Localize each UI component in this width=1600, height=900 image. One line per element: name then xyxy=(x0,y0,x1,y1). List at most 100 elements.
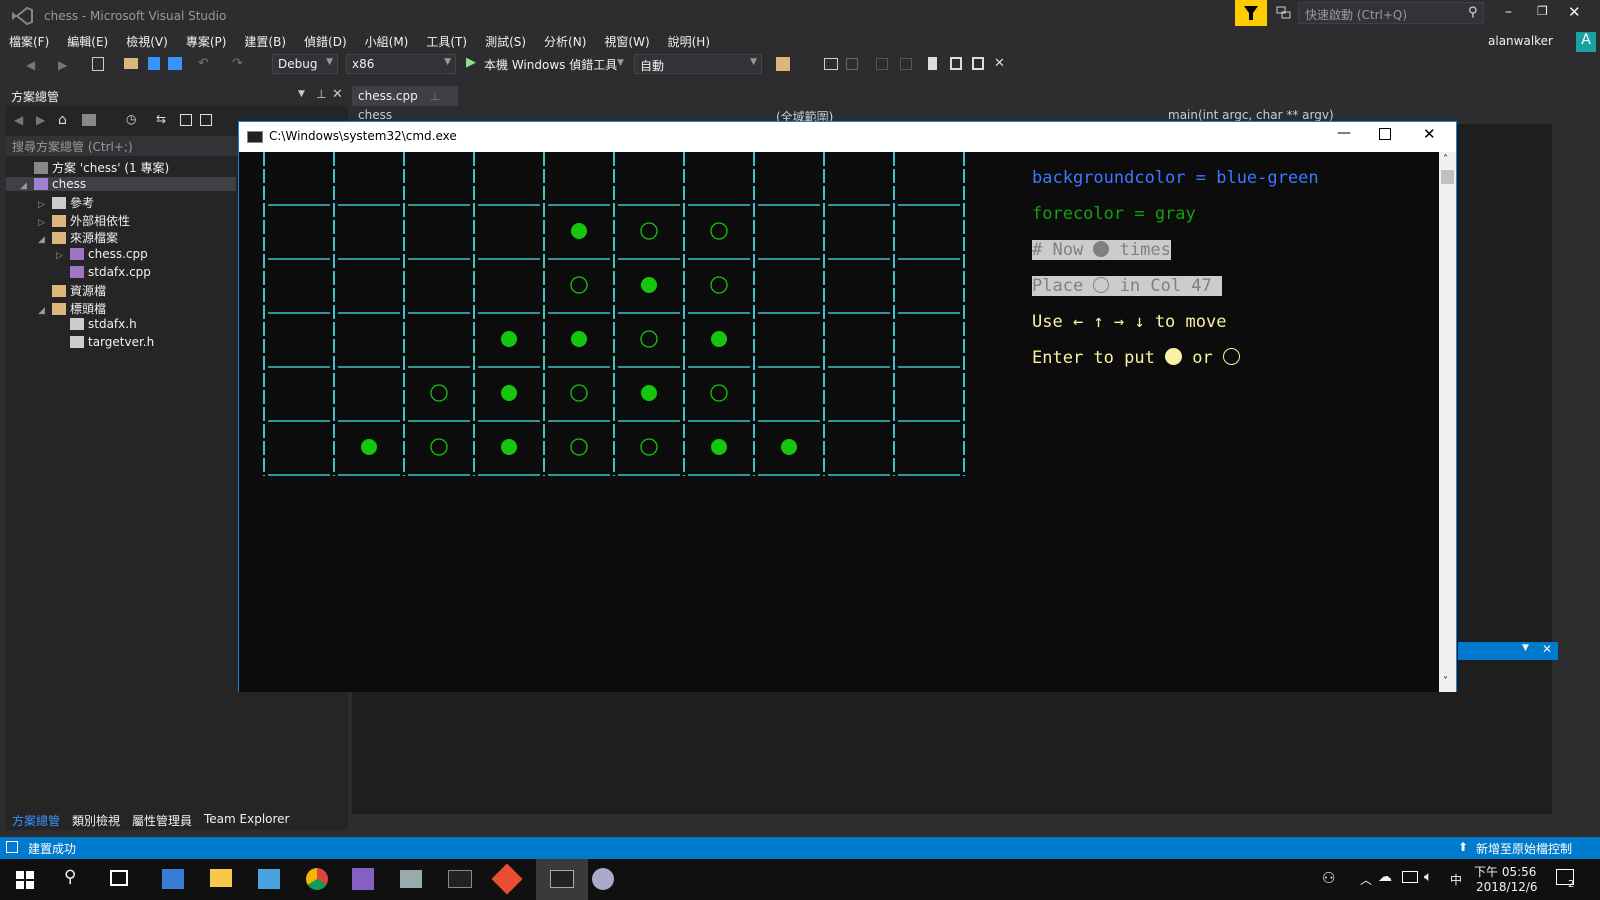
tree-item-3[interactable]: ▷ 外部相依性 xyxy=(38,212,130,229)
config-select[interactable]: Debug ▼ xyxy=(272,54,338,74)
tree-item-5[interactable]: ▷ chess.cpp xyxy=(56,247,148,261)
panel-close-icon[interactable]: ✕ xyxy=(332,87,343,102)
user-avatar[interactable]: A xyxy=(1576,32,1596,52)
cmd-close-button[interactable]: ✕ xyxy=(1423,125,1436,143)
se-back-icon[interactable]: ◀ xyxy=(14,113,23,127)
ime-indicator[interactable]: 中 xyxy=(1450,871,1462,888)
tree-item-4[interactable]: ◢ 來源檔案 xyxy=(38,229,118,246)
cmd-taskbar-icon[interactable] xyxy=(448,870,472,888)
app-pinned-2-icon[interactable] xyxy=(258,869,280,889)
tree-item-8[interactable]: ◢ 標頭檔 xyxy=(38,300,106,317)
clock-date[interactable]: 2018/12/6 xyxy=(1476,880,1538,894)
search-taskbar-icon[interactable]: ⚲ xyxy=(64,867,76,887)
new-project-icon[interactable] xyxy=(92,57,104,71)
menu-tools[interactable]: 工具(T) xyxy=(417,30,476,53)
pin-icon[interactable]: ⊥ xyxy=(316,87,326,101)
notifications-icon[interactable] xyxy=(1276,6,1292,20)
save-all-icon[interactable] xyxy=(168,57,182,70)
cmd-maximize-button[interactable] xyxy=(1379,128,1391,140)
menu-project[interactable]: 專案(P) xyxy=(177,30,236,53)
debug-target-select[interactable]: 自動 ▼ xyxy=(634,54,762,74)
menu-edit[interactable]: 編輯(E) xyxy=(58,30,117,53)
minimize-button[interactable]: – xyxy=(1505,4,1512,20)
nav-project[interactable]: chess xyxy=(358,108,392,122)
menu-help[interactable]: 說明(H) xyxy=(659,30,719,53)
tab-chess-cpp[interactable]: chess.cpp ⊥ ✕ xyxy=(352,86,458,117)
cmd-active-taskbar-slot[interactable] xyxy=(536,859,588,900)
search-icon[interactable]: ⚲ xyxy=(1468,5,1478,20)
menu-debug[interactable]: 偵錯(D) xyxy=(295,30,356,53)
output-dropdown-icon[interactable]: ▼ xyxy=(1522,643,1529,653)
scroll-down-icon[interactable]: ˅ xyxy=(1443,676,1448,687)
expand-toggle-icon[interactable]: ▷ xyxy=(38,218,52,228)
prev-bookmark-icon[interactable] xyxy=(950,57,962,70)
tab-team-explorer[interactable]: Team Explorer xyxy=(204,812,290,826)
tab-class-view[interactable]: 類別檢視 xyxy=(72,812,120,829)
tab-property-manager[interactable]: 屬性管理員 xyxy=(132,812,192,829)
tree-item-6[interactable]: stdafx.cpp xyxy=(56,265,151,279)
expand-toggle-icon[interactable]: ◢ xyxy=(20,181,34,191)
se-forward-icon[interactable]: ▶ xyxy=(36,113,45,127)
app-pinned-3-icon[interactable] xyxy=(400,870,422,888)
switch-views-icon[interactable] xyxy=(82,114,96,126)
output-close-icon[interactable]: ✕ xyxy=(1542,642,1552,656)
platform-select[interactable]: x86 ▼ xyxy=(346,54,456,74)
cmd-window[interactable]: C:\Windows\system32\cmd.exe — ✕ backgrou… xyxy=(238,121,1457,692)
tree-item-7[interactable]: 資源檔 xyxy=(38,282,106,299)
cmd-scrollbar[interactable]: ˄ ˅ xyxy=(1439,152,1456,692)
comment-icon[interactable] xyxy=(876,58,888,70)
task-view-icon[interactable] xyxy=(110,870,128,886)
panel-dropdown-icon[interactable]: ▼ xyxy=(298,89,305,99)
menu-view[interactable]: 檢視(V) xyxy=(117,30,177,53)
start-debug-button[interactable]: 本機 Windows 偵錯工具 xyxy=(484,56,617,73)
tree-item-0[interactable]: 方案 'chess' (1 專案) xyxy=(20,159,169,176)
start-debug-dropdown-icon[interactable]: ▼ xyxy=(617,58,624,68)
pending-changes-icon[interactable]: ◷ xyxy=(126,112,136,126)
expand-toggle-icon[interactable]: ▷ xyxy=(38,200,52,210)
collapse-all-icon[interactable] xyxy=(180,114,192,126)
menu-test[interactable]: 測試(S) xyxy=(476,30,535,53)
step-icon[interactable] xyxy=(824,58,838,70)
app-pinned-1-icon[interactable] xyxy=(162,869,184,889)
expand-toggle-icon[interactable]: ◢ xyxy=(38,235,52,245)
add-to-source-control[interactable]: 新增至原始檔控制 xyxy=(1476,840,1572,857)
clock-time[interactable]: 下午 05:56 xyxy=(1474,863,1536,880)
tree-item-9[interactable]: stdafx.h xyxy=(56,317,137,331)
visual-studio-taskbar-icon[interactable] xyxy=(352,868,374,890)
restore-button[interactable]: ❐ xyxy=(1537,4,1548,18)
home-icon[interactable]: ⌂ xyxy=(58,112,67,128)
scroll-thumb[interactable] xyxy=(1441,170,1454,184)
redo-icon[interactable]: ↷ xyxy=(232,56,243,71)
onedrive-icon[interactable]: ☁ xyxy=(1378,869,1392,885)
indent-icon[interactable] xyxy=(846,58,858,70)
app-pinned-4-icon[interactable] xyxy=(592,868,614,890)
menu-window[interactable]: 視窗(W) xyxy=(595,30,658,53)
menu-analyze[interactable]: 分析(N) xyxy=(535,30,595,53)
next-bookmark-icon[interactable] xyxy=(972,57,984,70)
tree-item-1[interactable]: ◢ chess xyxy=(6,176,236,191)
file-explorer-icon[interactable] xyxy=(210,869,232,887)
volume-icon[interactable]: 🔈︎ xyxy=(1424,869,1432,885)
people-icon[interactable]: ⚇ xyxy=(1322,869,1335,887)
uncomment-icon[interactable] xyxy=(900,58,912,70)
nav-function[interactable]: main(int argc, char ** argv) xyxy=(1168,108,1334,122)
close-button[interactable]: ✕ xyxy=(1568,3,1581,21)
expand-toggle-icon[interactable]: ▷ xyxy=(56,251,70,261)
expand-toggle-icon[interactable]: ◢ xyxy=(38,306,52,316)
user-name[interactable]: alanwalker xyxy=(1488,34,1553,48)
cmd-title-bar[interactable]: C:\Windows\system32\cmd.exe — ✕ xyxy=(239,122,1456,152)
open-file-icon[interactable] xyxy=(124,58,138,69)
tab-pin-icon[interactable]: ⊥ xyxy=(430,89,440,103)
start-debug-icon[interactable]: ▶ xyxy=(466,55,476,70)
network-icon[interactable] xyxy=(1402,871,1418,883)
forward-icon[interactable]: ▶ xyxy=(58,58,67,72)
git-icon[interactable] xyxy=(491,863,523,895)
feedback-filter-icon[interactable] xyxy=(1235,0,1267,26)
tree-item-2[interactable]: ▷ 參考 xyxy=(38,194,94,211)
menu-build[interactable]: 建置(B) xyxy=(235,30,295,53)
back-icon[interactable]: ◀ xyxy=(26,58,35,72)
quick-launch-input[interactable]: 快速啟動 (Ctrl+Q) xyxy=(1298,2,1484,24)
source-control-icon[interactable]: ⬆ xyxy=(1458,840,1468,854)
save-icon[interactable] xyxy=(148,57,160,70)
menu-team[interactable]: 小組(M) xyxy=(356,30,418,53)
